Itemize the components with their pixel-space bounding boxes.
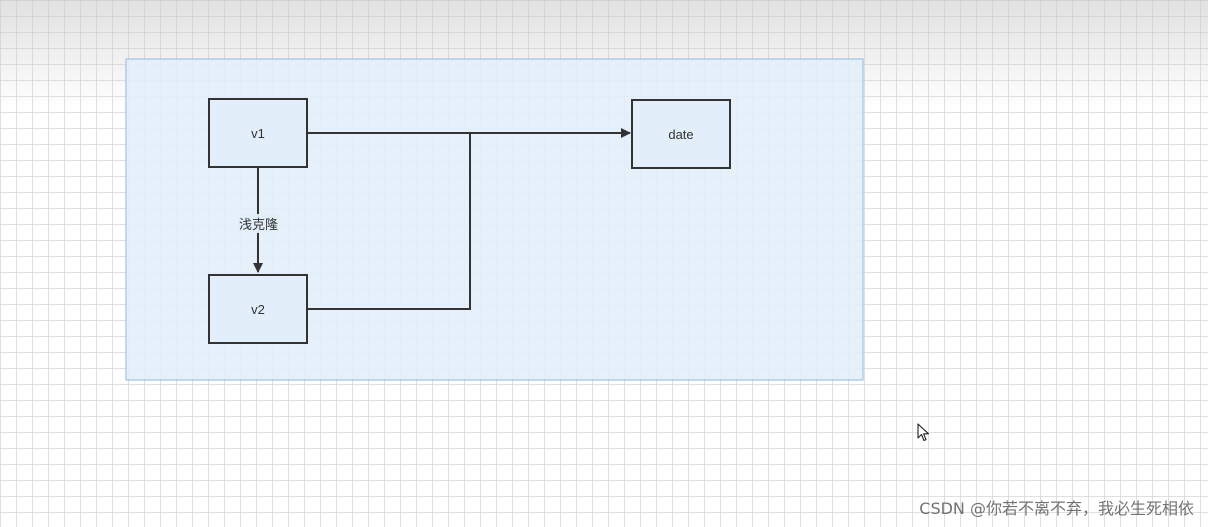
node-date-label: date [668, 126, 694, 142]
diagram-canvas [125, 58, 864, 381]
node-v1-label: v1 [251, 125, 265, 141]
node-v2-label: v2 [251, 301, 265, 317]
mouse-pointer-icon [917, 423, 930, 442]
watermark-text: CSDN @你若不离不弃，我必生死相依 [919, 499, 1194, 518]
edge-v1-to-v2-label: 浅克隆 [238, 214, 280, 233]
